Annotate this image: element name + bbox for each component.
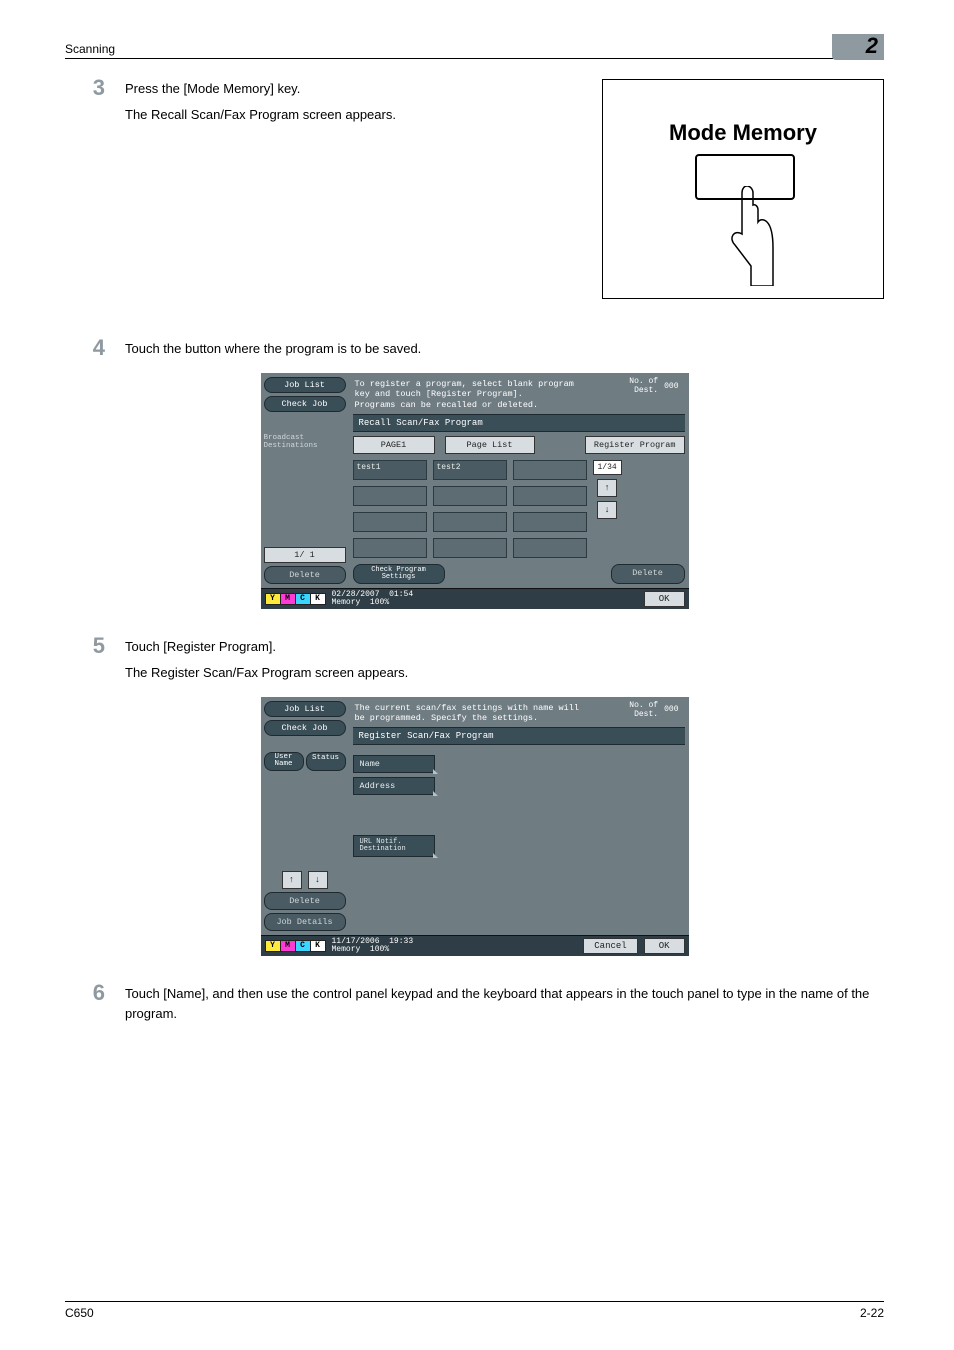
step-body: Touch [Name], and then use the control p…	[125, 984, 884, 1024]
status-tab[interactable]: Status	[306, 752, 346, 771]
step-number: 4	[65, 337, 125, 359]
sidebar-delete-button[interactable]: Delete	[264, 566, 346, 584]
step-4: 4 Touch the button where the program is …	[65, 339, 884, 359]
section-title: Scanning	[65, 42, 115, 56]
step-text: Touch [Name], and then use the control p…	[125, 984, 884, 1024]
check-job-button[interactable]: Check Job	[264, 396, 346, 412]
program-slot[interactable]: test1	[353, 460, 427, 480]
program-slot[interactable]	[353, 538, 427, 558]
step-text: Touch the button where the program is to…	[125, 339, 884, 359]
cancel-button[interactable]: Cancel	[583, 938, 637, 954]
program-slot[interactable]	[353, 512, 427, 532]
mode-memory-title: Mode Memory	[603, 120, 883, 146]
program-slot[interactable]: test2	[433, 460, 507, 480]
program-slot[interactable]	[513, 460, 587, 480]
toner-indicator: YMCK	[265, 593, 326, 605]
register-program-screen: Job List Check Job User Name Status ↑ ↓ …	[261, 697, 689, 956]
pager-count: 1/34	[593, 460, 622, 475]
program-slots: test1 test2	[353, 460, 587, 558]
page-down-button[interactable]: ↓	[597, 501, 617, 519]
page-list-button[interactable]: Page List	[445, 436, 535, 454]
footer-model: C650	[65, 1306, 94, 1320]
chapter-number: 2	[832, 34, 884, 60]
address-button[interactable]: Address	[353, 777, 435, 795]
job-list-button[interactable]: Job List	[264, 377, 346, 393]
program-slot[interactable]	[513, 538, 587, 558]
program-slot[interactable]	[513, 512, 587, 532]
recall-program-screen: Job List Check Job Broadcast Destination…	[261, 373, 689, 609]
step-3: 3 Press the [Mode Memory] key. The Recal…	[65, 79, 884, 299]
toner-indicator: YMCK	[265, 940, 326, 952]
page-header: Scanning 2	[65, 30, 884, 59]
program-slot[interactable]	[433, 486, 507, 506]
check-job-button[interactable]: Check Job	[264, 720, 346, 736]
ok-button[interactable]: OK	[644, 938, 685, 954]
job-list-button[interactable]: Job List	[264, 701, 346, 717]
screen-tab: Recall Scan/Fax Program	[353, 414, 685, 432]
sidebar-page: 1/ 1	[264, 547, 346, 563]
footer-page: 2-22	[860, 1306, 884, 1320]
ok-button[interactable]: OK	[644, 591, 685, 607]
mode-memory-illustration: Mode Memory	[602, 79, 884, 299]
page1-button[interactable]: PAGE1	[353, 436, 435, 454]
step-6: 6 Touch [Name], and then use the control…	[65, 984, 884, 1024]
check-settings-button[interactable]: Check Program Settings	[353, 564, 445, 584]
step-text: Touch [Register Program].	[125, 637, 884, 657]
hand-icon	[727, 186, 787, 286]
page-up-button[interactable]: ↑	[282, 871, 302, 889]
sidebar-delete-button[interactable]: Delete	[264, 892, 346, 910]
name-button[interactable]: Name	[353, 755, 435, 773]
step-body: Touch [Register Program]. The Register S…	[125, 637, 884, 683]
broadcast-label: Broadcast Destinations	[264, 434, 346, 450]
dest-count: No. of Dest. 000	[629, 701, 678, 719]
delete-button[interactable]: Delete	[611, 564, 685, 584]
step-body: Press the [Mode Memory] key. The Recall …	[125, 79, 582, 125]
dest-count: No. of Dest. 000	[629, 377, 678, 395]
program-slot[interactable]	[513, 486, 587, 506]
program-slot[interactable]	[353, 486, 427, 506]
job-details-button[interactable]: Job Details	[264, 913, 346, 931]
step-body: Touch the button where the program is to…	[125, 339, 884, 359]
step-number: 3	[65, 77, 125, 99]
page-down-button[interactable]: ↓	[308, 871, 328, 889]
program-slot[interactable]	[433, 538, 507, 558]
program-slot[interactable]	[433, 512, 507, 532]
user-name-tab[interactable]: User Name	[264, 752, 304, 771]
step-text: Press the [Mode Memory] key.	[125, 79, 582, 99]
url-notif-button[interactable]: URL Notif. Destination	[353, 835, 435, 857]
page-up-button[interactable]: ↑	[597, 479, 617, 497]
bottom-bar: YMCK 11/17/2006 19:33 Memory 100% Cancel…	[261, 935, 689, 956]
step-5: 5 Touch [Register Program]. The Register…	[65, 637, 884, 683]
step-text: The Register Scan/Fax Program screen app…	[125, 663, 884, 683]
page-footer: C650 2-22	[65, 1301, 884, 1320]
step-text: The Recall Scan/Fax Program screen appea…	[125, 105, 582, 125]
screen-tab: Register Scan/Fax Program	[353, 727, 685, 745]
bottom-bar: YMCK 02/28/2007 01:54 Memory 100% OK	[261, 588, 689, 609]
step-number: 5	[65, 635, 125, 657]
register-program-button[interactable]: Register Program	[585, 436, 685, 454]
step-number: 6	[65, 982, 125, 1004]
